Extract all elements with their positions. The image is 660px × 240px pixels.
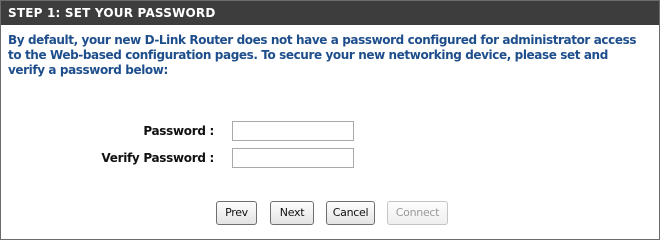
next-button[interactable]: Next bbox=[270, 201, 314, 225]
connect-button[interactable]: Connect bbox=[387, 201, 448, 225]
setup-wizard-panel: STEP 1: SET YOUR PASSWORD By default, yo… bbox=[0, 0, 660, 240]
verify-password-row: Verify Password : bbox=[1, 148, 659, 170]
password-row: Password : bbox=[1, 121, 659, 143]
step-header: STEP 1: SET YOUR PASSWORD bbox=[1, 1, 659, 25]
verify-password-input[interactable] bbox=[232, 148, 354, 168]
verify-password-label: Verify Password : bbox=[101, 151, 214, 165]
password-label: Password : bbox=[143, 124, 214, 138]
prev-button[interactable]: Prev bbox=[216, 201, 257, 225]
password-input[interactable] bbox=[232, 121, 354, 141]
cancel-button[interactable]: Cancel bbox=[326, 201, 375, 225]
step-description: By default, your new D-Link Router does … bbox=[8, 33, 637, 77]
